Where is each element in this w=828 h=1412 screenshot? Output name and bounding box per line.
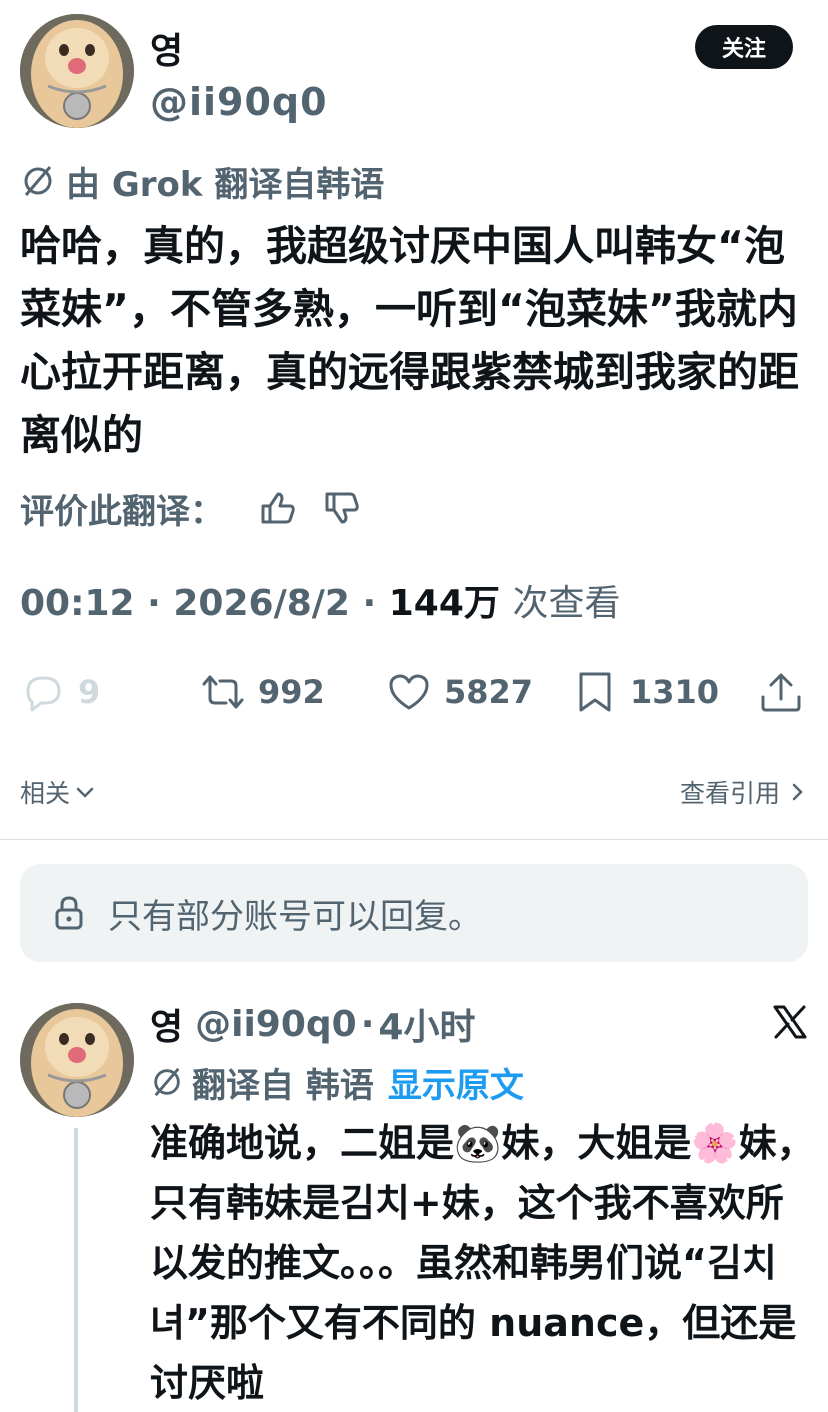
bookmark-icon — [579, 672, 611, 712]
related-row: 相关 查看引用 — [20, 770, 808, 814]
translation-note: 由 Grok 翻译自韩语 — [20, 158, 385, 205]
views-label: 次查看 — [512, 583, 621, 624]
user-handle[interactable]: @ii90q0 — [150, 80, 328, 124]
divider — [0, 839, 828, 840]
view-quotes-link[interactable]: 查看引用 — [680, 774, 808, 810]
reply-button[interactable]: 9 — [20, 662, 100, 722]
reply-text: 准确地说，二姐是🐼妹，大姐是🌸妹，只有韩妹是김치+妹，这个我不喜欢所以发的推文。… — [150, 1121, 815, 1405]
translate-icon — [154, 1067, 180, 1097]
reply-count: 9 — [78, 673, 101, 711]
retweet-count: 992 — [258, 673, 325, 711]
meta-separator: · — [362, 583, 377, 624]
meta-separator: · — [147, 583, 161, 624]
thumbs-down-icon[interactable] — [322, 488, 362, 528]
reply-restriction-notice: 只有部分账号可以回复。 — [20, 864, 808, 962]
reply-handle[interactable]: @ii90q0 — [195, 1004, 357, 1045]
chevron-down-icon — [76, 787, 94, 798]
tweet-date[interactable]: 2026/8/2 — [173, 583, 350, 624]
thumbs-up-icon[interactable] — [258, 488, 298, 528]
tweet-text: 哈哈，真的，我超级讨厌中国人叫韩女“泡菜妹”，不管多熟，一听到“泡菜妹”我就内心… — [20, 222, 799, 459]
rate-translation: 评价此翻译： — [20, 482, 362, 534]
share-button[interactable] — [758, 662, 816, 722]
comment-icon — [26, 676, 61, 712]
thread-line — [74, 1128, 78, 1412]
view-quotes-label: 查看引用 — [679, 779, 780, 808]
tweet-meta: 00:12 · 2026/8/2 · 144万 次查看 — [20, 574, 620, 626]
reply-header: 영 @ii90q0 · 4小时 — [150, 998, 475, 1050]
lock-icon — [55, 896, 83, 930]
share-icon — [761, 673, 801, 712]
reply-separator: · — [360, 1003, 375, 1045]
like-count: 5827 — [444, 673, 534, 711]
reply-translation-note: 翻译自 韩语 显示原文 — [150, 1058, 524, 1106]
related-dropdown[interactable]: 相关 — [20, 774, 96, 810]
show-original-link[interactable]: 显示原文 — [388, 1058, 524, 1107]
bookmark-count: 1310 — [630, 673, 720, 711]
retweet-button[interactable]: 992 — [200, 662, 325, 722]
rate-translation-label: 评价此翻译： — [20, 491, 224, 532]
bookmark-button[interactable]: 1310 — [572, 662, 719, 722]
reply-avatar[interactable] — [20, 1003, 134, 1117]
display-name[interactable]: 영 — [150, 22, 183, 74]
reply-translation-text: 翻译自 韩语 — [192, 1065, 374, 1106]
reply-display-name[interactable]: 영 — [150, 998, 183, 1050]
heart-icon — [389, 674, 429, 710]
translation-note-text: 由 Grok 翻译自韩语 — [66, 164, 385, 205]
reply-restriction-text: 只有部分账号可以回复。 — [108, 896, 482, 937]
x-logo-icon — [773, 1005, 807, 1039]
reply-time[interactable]: 4小时 — [378, 998, 475, 1050]
avatar[interactable] — [20, 14, 134, 128]
related-label: 相关 — [20, 779, 71, 808]
follow-button[interactable]: 关注 — [695, 25, 793, 69]
translate-icon — [24, 166, 52, 196]
views-count: 144万 — [388, 583, 500, 624]
like-button[interactable]: 5827 — [386, 662, 533, 722]
retweet-icon — [202, 675, 244, 709]
tweet-time[interactable]: 00:12 — [20, 583, 135, 624]
chevron-right-icon — [792, 783, 803, 801]
action-bar: 9 992 5827 1310 — [0, 662, 828, 722]
